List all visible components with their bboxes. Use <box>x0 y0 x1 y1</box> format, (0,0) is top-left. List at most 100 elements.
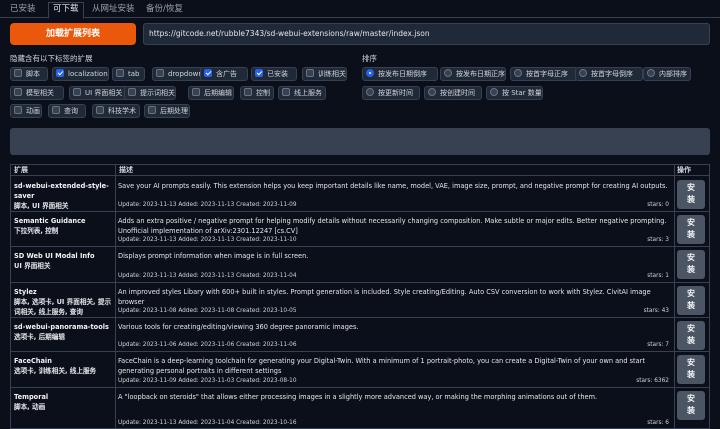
checkbox[interactable] <box>52 106 60 114</box>
extension-name[interactable]: SD Web UI Modal Info <box>14 251 114 261</box>
filter-chip[interactable]: localization <box>52 67 109 81</box>
install-label-line: 安 <box>687 218 695 227</box>
filter-label: dropdown <box>168 70 203 78</box>
checkbox[interactable] <box>255 69 263 77</box>
filter-chip[interactable]: 后期处理 <box>144 104 190 118</box>
install-button[interactable]: 安装 <box>677 391 705 420</box>
checkbox[interactable] <box>306 69 314 77</box>
filter-chip[interactable]: 线上服务 <box>278 86 326 100</box>
sort-option[interactable]: 内部排序 <box>643 67 691 81</box>
radio-button[interactable] <box>490 88 498 96</box>
radio-button[interactable] <box>444 69 452 77</box>
install-button[interactable]: 安装 <box>677 321 705 350</box>
sort-label-text: 按首字母正序 <box>526 70 568 78</box>
sort-option[interactable]: 按发布日期正序 <box>440 67 506 81</box>
sort-label: 排序 <box>362 54 377 63</box>
install-label-line: 装 <box>687 265 695 274</box>
sort-option[interactable]: 按首字母倒序 <box>575 67 643 81</box>
extension-dates: Update: 2023-11-13 Added: 2023-11-13 Cre… <box>118 202 297 208</box>
radio-button[interactable] <box>366 88 374 96</box>
extension-dates: Update: 2023-11-06 Added: 2023-11-06 Cre… <box>118 342 297 348</box>
tab-installed[interactable]: 已安装 <box>6 3 40 18</box>
extension-tags: 选项卡, 后期编辑 <box>14 333 65 341</box>
sort-option[interactable]: 按 Star 数量 <box>486 86 543 100</box>
install-label-line: 装 <box>687 406 695 415</box>
install-label-line: 装 <box>687 301 695 310</box>
install-button[interactable]: 安装 <box>677 286 705 315</box>
extension-tags: 脚本, UI 界面相关 <box>14 202 69 210</box>
tab-available[interactable]: 可下载 <box>48 2 84 19</box>
extension-name[interactable]: Stylez <box>14 287 114 297</box>
extension-tags: 下拉列表, 控制 <box>14 227 59 235</box>
extension-cell: SD Web UI Modal Info UI 界面相关 <box>14 251 114 271</box>
extension-name[interactable]: sd-webui-panorama-tools <box>14 322 114 332</box>
install-label-line: 安 <box>687 289 695 298</box>
tab-backup-restore[interactable]: 备份/恢复 <box>142 3 187 18</box>
install-label-line: 安 <box>687 183 695 192</box>
extension-name[interactable]: Temporal <box>14 392 114 402</box>
extension-stars: stars: 7 <box>647 342 669 348</box>
install-button[interactable]: 安装 <box>677 355 705 384</box>
checkbox[interactable] <box>96 106 104 114</box>
checkbox[interactable] <box>156 69 164 77</box>
extension-name[interactable]: FaceChain <box>14 356 114 366</box>
extension-index-url-input[interactable]: https://gitcode.net/rubble7343/sd-webui-… <box>143 23 710 45</box>
extension-name[interactable]: Semantic Guidance <box>14 216 114 226</box>
filter-label: 后期编辑 <box>204 89 232 97</box>
filter-chip[interactable]: dropdown <box>152 67 204 81</box>
filter-chip[interactable]: 训练相关 <box>302 67 347 81</box>
status-output-area <box>10 128 710 155</box>
load-extension-list-button[interactable]: 加载扩展列表 <box>10 23 136 45</box>
checkbox[interactable] <box>204 69 212 77</box>
filter-chip[interactable]: 已安装 <box>251 67 297 81</box>
sort-option[interactable]: 按创建时间 <box>424 86 482 100</box>
filter-label: 含广告 <box>216 70 237 78</box>
install-button[interactable]: 安装 <box>677 250 705 279</box>
checkbox[interactable] <box>192 88 200 96</box>
checkbox[interactable] <box>148 106 156 114</box>
filter-chip[interactable]: 后期编辑 <box>188 86 234 100</box>
extension-stars: stars: 43 <box>643 308 669 314</box>
filter-chip[interactable]: 查询 <box>48 104 86 118</box>
filter-chip[interactable]: 动画 <box>10 104 42 118</box>
checkbox[interactable] <box>14 88 22 96</box>
sort-option[interactable]: 按首字母正序 <box>510 67 578 81</box>
sort-label-text: 内部排序 <box>659 70 687 78</box>
extension-dates: Update: 2023-11-13 Added: 2023-11-04 Cre… <box>118 420 297 426</box>
sort-option[interactable]: 按发布日期倒序 <box>362 67 438 81</box>
checkbox[interactable] <box>244 88 252 96</box>
radio-button[interactable] <box>428 88 436 96</box>
filter-chip[interactable]: 提示词相关 <box>124 86 176 100</box>
filter-chip[interactable]: 控制 <box>240 86 274 100</box>
tab-install-from-url[interactable]: 从网址安装 <box>88 3 139 18</box>
extension-dates: Update: 2023-11-13 Added: 2023-11-13 Cre… <box>118 237 297 243</box>
checkbox[interactable] <box>14 69 22 77</box>
filter-chip[interactable]: 脚本 <box>10 67 48 81</box>
radio-button[interactable] <box>514 69 522 77</box>
checkbox[interactable] <box>56 69 64 77</box>
install-label-line: 装 <box>687 230 695 239</box>
checkbox[interactable] <box>282 88 290 96</box>
filter-label: 后期处理 <box>160 107 188 115</box>
extension-name[interactable]: sd-webui-extended-style-saver <box>14 181 114 201</box>
radio-button[interactable] <box>579 69 587 77</box>
checkbox[interactable] <box>14 106 22 114</box>
filter-chip[interactable]: 含广告 <box>200 67 248 81</box>
install-button[interactable]: 安装 <box>677 215 705 244</box>
extension-description: Adds an extra positive / negative prompt… <box>118 217 667 235</box>
checkbox[interactable] <box>128 88 136 96</box>
filter-chip[interactable]: 模型相关 <box>10 86 64 100</box>
checkbox[interactable] <box>73 88 81 96</box>
extension-description: A "loopback on steroids" that allows eit… <box>118 393 598 401</box>
filter-label: 提示词相关 <box>140 89 175 97</box>
sort-option[interactable]: 按更新时间 <box>362 86 420 100</box>
radio-button[interactable] <box>366 69 374 77</box>
checkbox[interactable] <box>116 69 124 77</box>
filter-chip[interactable]: 科技学术 <box>92 104 140 118</box>
extension-description: FaceChain is a deep-learning toolchain f… <box>118 357 645 375</box>
extension-cell: sd-webui-extended-style-saver 脚本, UI 界面相关 <box>14 181 114 211</box>
filter-chip[interactable]: tab <box>112 67 145 81</box>
install-button[interactable]: 安装 <box>677 180 705 209</box>
install-label-line: 装 <box>687 336 695 345</box>
radio-button[interactable] <box>647 69 655 77</box>
